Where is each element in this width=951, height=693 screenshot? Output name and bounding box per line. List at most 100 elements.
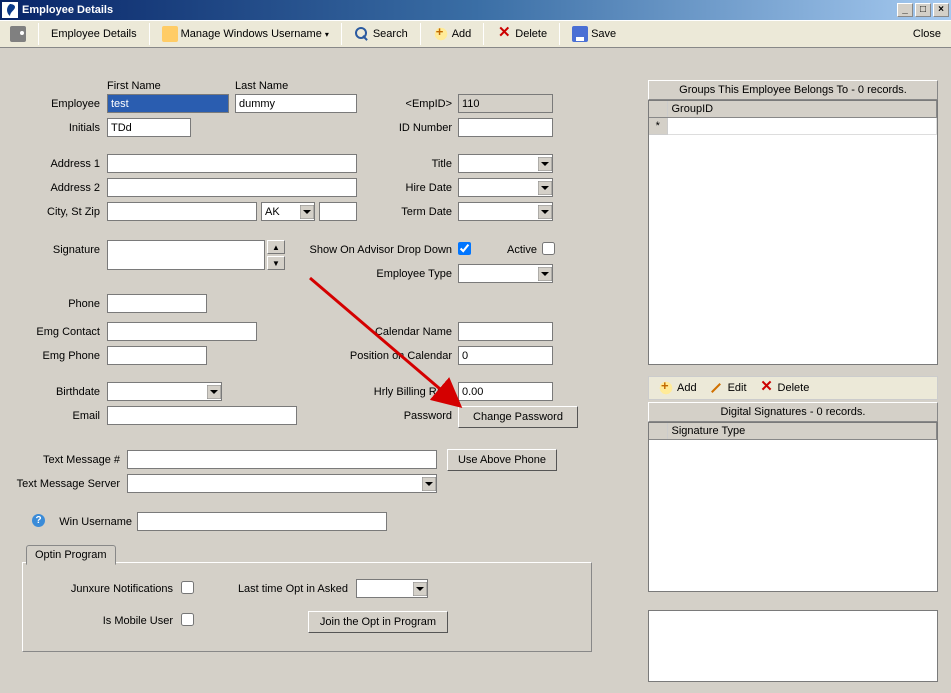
first-name-input[interactable] <box>107 94 229 113</box>
groups-add-button[interactable]: Add <box>655 379 700 397</box>
join-optin-button[interactable]: Join the Opt in Program <box>308 611 448 633</box>
city-st-zip-label: City, St Zip <box>22 206 100 218</box>
phone-input[interactable] <box>107 294 207 313</box>
calendar-name-label: Calendar Name <box>352 326 452 338</box>
active-label: Active <box>492 244 537 256</box>
close-button[interactable]: Close <box>907 25 947 43</box>
position-on-calendar-label: Position on Calendar <box>342 350 452 362</box>
address1-input[interactable] <box>107 154 357 173</box>
signature-up-button[interactable]: ▲ <box>267 240 285 254</box>
hire-date-label: Hire Date <box>382 182 452 194</box>
employee-label: Employee <box>22 98 100 110</box>
emp-id-field <box>458 94 553 113</box>
address2-input[interactable] <box>107 178 357 197</box>
address2-label: Address 2 <box>22 182 100 194</box>
pencil-icon <box>709 380 725 396</box>
employee-form: First Name Last Name Employee <EmpID> In… <box>22 60 632 690</box>
toolbar-separator <box>149 23 150 45</box>
is-mobile-user-checkbox[interactable] <box>181 613 194 626</box>
title-select[interactable] <box>458 154 553 173</box>
password-label: Password <box>382 410 452 422</box>
search-icon <box>354 26 370 42</box>
birthdate-select[interactable] <box>107 382 222 401</box>
search-button[interactable]: Search <box>348 23 414 45</box>
active-checkbox[interactable] <box>542 242 555 255</box>
junxure-notifications-checkbox[interactable] <box>181 581 194 594</box>
notes-box[interactable] <box>648 610 938 682</box>
hire-date-select[interactable] <box>458 178 553 197</box>
hrly-billing-rate-input[interactable] <box>458 382 553 401</box>
change-password-button[interactable]: Change Password <box>458 406 578 428</box>
position-on-calendar-input[interactable] <box>458 346 553 365</box>
manage-windows-username-label: Manage Windows Username <box>181 28 322 40</box>
emg-phone-label: Emg Phone <box>22 350 100 362</box>
manage-windows-username-button[interactable]: Manage Windows Username ▾ <box>156 23 335 45</box>
groups-col-groupid[interactable]: GroupID <box>667 101 937 118</box>
win-username-input[interactable] <box>137 512 387 531</box>
groups-new-row-marker[interactable]: * <box>649 118 667 135</box>
emg-contact-input[interactable] <box>107 322 257 341</box>
signatures-grid[interactable]: Signature Type <box>648 422 938 592</box>
id-number-label: ID Number <box>382 122 452 134</box>
main-toolbar: Employee Details Manage Windows Username… <box>0 20 951 48</box>
add-label: Add <box>452 28 472 40</box>
close-window-button[interactable]: × <box>933 3 949 17</box>
signature-label: Signature <box>22 244 100 256</box>
email-label: Email <box>22 410 100 422</box>
initials-label: Initials <box>22 122 100 134</box>
save-button[interactable]: Save <box>566 23 622 45</box>
emg-contact-label: Emg Contact <box>22 326 100 338</box>
groups-panel-header: Groups This Employee Belongs To - 0 reco… <box>648 80 938 100</box>
employee-type-select[interactable] <box>458 264 553 283</box>
groups-delete-button[interactable]: ✕Delete <box>756 379 813 397</box>
delete-button[interactable]: ✕ Delete <box>490 23 553 45</box>
term-date-select[interactable] <box>458 202 553 221</box>
add-button[interactable]: Add <box>427 23 478 45</box>
show-on-advisor-checkbox[interactable] <box>458 242 471 255</box>
text-message-num-label: Text Message # <box>10 454 120 466</box>
employee-details-label: Employee Details <box>51 28 137 40</box>
text-message-server-select[interactable] <box>127 474 437 493</box>
camera-button[interactable] <box>4 23 32 45</box>
last-time-opt-select[interactable] <box>356 579 428 598</box>
show-on-advisor-label: Show On Advisor Drop Down <box>297 244 452 256</box>
groups-grid[interactable]: GroupID * <box>648 100 938 365</box>
window-titlebar: Employee Details _ □ × <box>0 0 951 20</box>
groups-actions-toolbar: Add Edit ✕Delete <box>648 376 938 400</box>
is-mobile-user-label: Is Mobile User <box>33 615 173 627</box>
initials-input[interactable] <box>107 118 191 137</box>
signature-down-button[interactable]: ▼ <box>267 256 285 270</box>
toolbar-separator <box>38 23 39 45</box>
text-message-server-label: Text Message Server <box>10 478 120 490</box>
signatures-col-sigtype[interactable]: Signature Type <box>667 423 937 440</box>
signature-textarea[interactable] <box>107 240 265 270</box>
toolbar-separator <box>483 23 484 45</box>
last-name-header: Last Name <box>235 80 288 92</box>
save-icon <box>572 26 588 42</box>
toolbar-separator <box>341 23 342 45</box>
dropdown-arrow-icon: ▾ <box>325 30 329 39</box>
text-message-num-input[interactable] <box>127 450 437 469</box>
city-input[interactable] <box>107 202 257 221</box>
calendar-name-input[interactable] <box>458 322 553 341</box>
optin-program-tab[interactable]: Optin Program <box>26 545 116 565</box>
term-date-label: Term Date <box>382 206 452 218</box>
emp-id-label: <EmpID> <box>382 98 452 110</box>
state-select[interactable]: AK <box>261 202 315 221</box>
close-label: Close <box>913 28 941 40</box>
use-above-phone-button[interactable]: Use Above Phone <box>447 449 557 471</box>
app-icon <box>2 2 18 18</box>
plus-icon <box>658 380 674 396</box>
last-name-input[interactable] <box>235 94 357 113</box>
plus-icon <box>433 26 449 42</box>
id-number-input[interactable] <box>458 118 553 137</box>
groups-edit-button[interactable]: Edit <box>706 379 750 397</box>
maximize-button[interactable]: □ <box>915 3 931 17</box>
emg-phone-input[interactable] <box>107 346 207 365</box>
window-title: Employee Details <box>22 4 895 16</box>
zip-input[interactable] <box>319 202 357 221</box>
employee-details-button[interactable]: Employee Details <box>45 25 143 43</box>
x-icon: ✕ <box>759 380 775 396</box>
email-input[interactable] <box>107 406 297 425</box>
minimize-button[interactable]: _ <box>897 3 913 17</box>
